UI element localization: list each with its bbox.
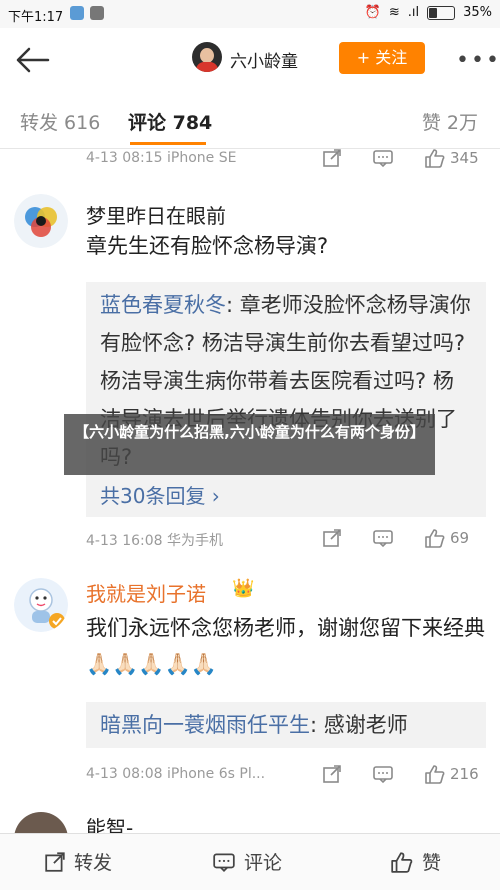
repost-icon	[323, 765, 341, 783]
like-action[interactable]: 345	[424, 148, 479, 168]
comment-action[interactable]	[372, 764, 394, 784]
comment-username[interactable]: 我就是刘子诺	[86, 578, 206, 607]
like-label: 赞	[422, 852, 442, 874]
author-name[interactable]: 六小龄童	[230, 47, 298, 72]
comment-action[interactable]	[372, 528, 394, 548]
like-action[interactable]: 216	[424, 764, 479, 784]
comment-text: 我们永远怀念您杨老师，谢谢您留下来经典🙏🏻🙏🏻🙏🏻🙏🏻🙏🏻	[86, 616, 485, 676]
header: 六小龄童 + 关注 •••	[0, 28, 500, 93]
status-time: 下午1:17	[8, 10, 64, 25]
wifi-icon: ≋	[388, 5, 400, 20]
comment-meta: 4-13 08:15 iPhone SE	[86, 150, 237, 166]
comment-username[interactable]: 梦里昨日在眼前	[86, 200, 226, 229]
comment-text: 章先生还有脸怀念杨导演?	[86, 234, 329, 258]
comment-meta: 4-13 16:08 华为手机	[86, 533, 224, 549]
comment-actions: 69	[322, 528, 469, 548]
avatar-image	[14, 194, 68, 248]
avatar-image	[14, 578, 68, 632]
battery-icon	[427, 5, 456, 20]
like-button[interactable]: 赞	[390, 848, 441, 875]
comment-actions: 345	[322, 148, 479, 168]
status-bar: 下午1:17 ⏰ ≋ .ıl 35%	[0, 0, 500, 28]
user-avatar[interactable]	[14, 194, 68, 248]
tab-like[interactable]: 赞 2万	[422, 108, 478, 135]
reply-username[interactable]: 蓝色春夏秋冬	[100, 293, 226, 317]
comment-label: 评论	[244, 852, 283, 874]
repost-icon	[323, 149, 341, 167]
thumbs-up-icon	[425, 529, 445, 548]
repost-action[interactable]	[322, 764, 342, 784]
comment-icon	[373, 530, 393, 548]
repost-action[interactable]	[322, 148, 342, 168]
comment-button[interactable]: 评论	[212, 848, 282, 875]
repost-icon	[45, 851, 65, 872]
back-arrow-icon[interactable]	[14, 46, 50, 74]
like-count: 216	[450, 765, 479, 783]
like-count: 345	[450, 149, 479, 167]
follow-button[interactable]: + 关注	[339, 42, 425, 74]
more-options-icon[interactable]: •••	[456, 48, 500, 73]
view-replies-link[interactable]: 共30条回复 ›	[86, 480, 486, 517]
reply-content: 暗黑向一蓑烟雨任平生: 感谢老师	[86, 702, 486, 748]
user-avatar[interactable]	[14, 578, 68, 632]
active-tab-indicator	[130, 142, 206, 145]
repost-icon	[323, 529, 341, 547]
thumbs-up-icon	[391, 851, 413, 873]
signal-icon: .ıl	[407, 5, 420, 20]
battery-percent: 35%	[463, 5, 492, 20]
bottom-action-bar: 转发 评论 赞	[0, 833, 500, 890]
author-avatar[interactable]	[192, 42, 222, 72]
comment-meta: 4-13 08:08 iPhone 6s Pl...	[86, 766, 266, 782]
app-notification-icon	[70, 6, 84, 20]
comment-icon	[213, 852, 235, 872]
message-notification-icon	[90, 6, 104, 20]
like-action[interactable]: 69	[424, 528, 469, 548]
alarm-icon: ⏰	[364, 5, 381, 20]
comment-icon	[373, 150, 393, 168]
caption-overlay: 【六小龄童为什么招黑,六小龄童为什么有两个身份】	[64, 414, 435, 475]
repost-action[interactable]	[322, 528, 342, 548]
comment-actions: 216	[322, 764, 479, 784]
tab-repost[interactable]: 转发 616	[20, 108, 100, 135]
tab-bar: 转发 616 评论 784 赞 2万	[0, 92, 500, 149]
thumbs-up-icon	[425, 765, 445, 784]
comment-icon	[373, 766, 393, 784]
repost-button[interactable]: 转发	[44, 848, 112, 875]
reply-box[interactable]: 暗黑向一蓑烟雨任平生: 感谢老师	[86, 702, 486, 748]
vip-crown-icon: 👑	[232, 578, 255, 599]
repost-label: 转发	[74, 852, 113, 874]
tab-comment[interactable]: 评论 784	[128, 108, 212, 135]
reply-text: : 感谢老师	[310, 713, 408, 737]
like-count: 69	[450, 529, 470, 547]
reply-username[interactable]: 暗黑向一蓑烟雨任平生	[100, 713, 310, 737]
thumbs-up-icon	[425, 149, 445, 168]
comment-action[interactable]	[372, 148, 394, 168]
reply-box[interactable]: 蓝色春夏秋冬: 章老师没脸怀念杨导演你有脸怀念? 杨洁导演生前你去看望过吗? 杨…	[86, 282, 486, 517]
